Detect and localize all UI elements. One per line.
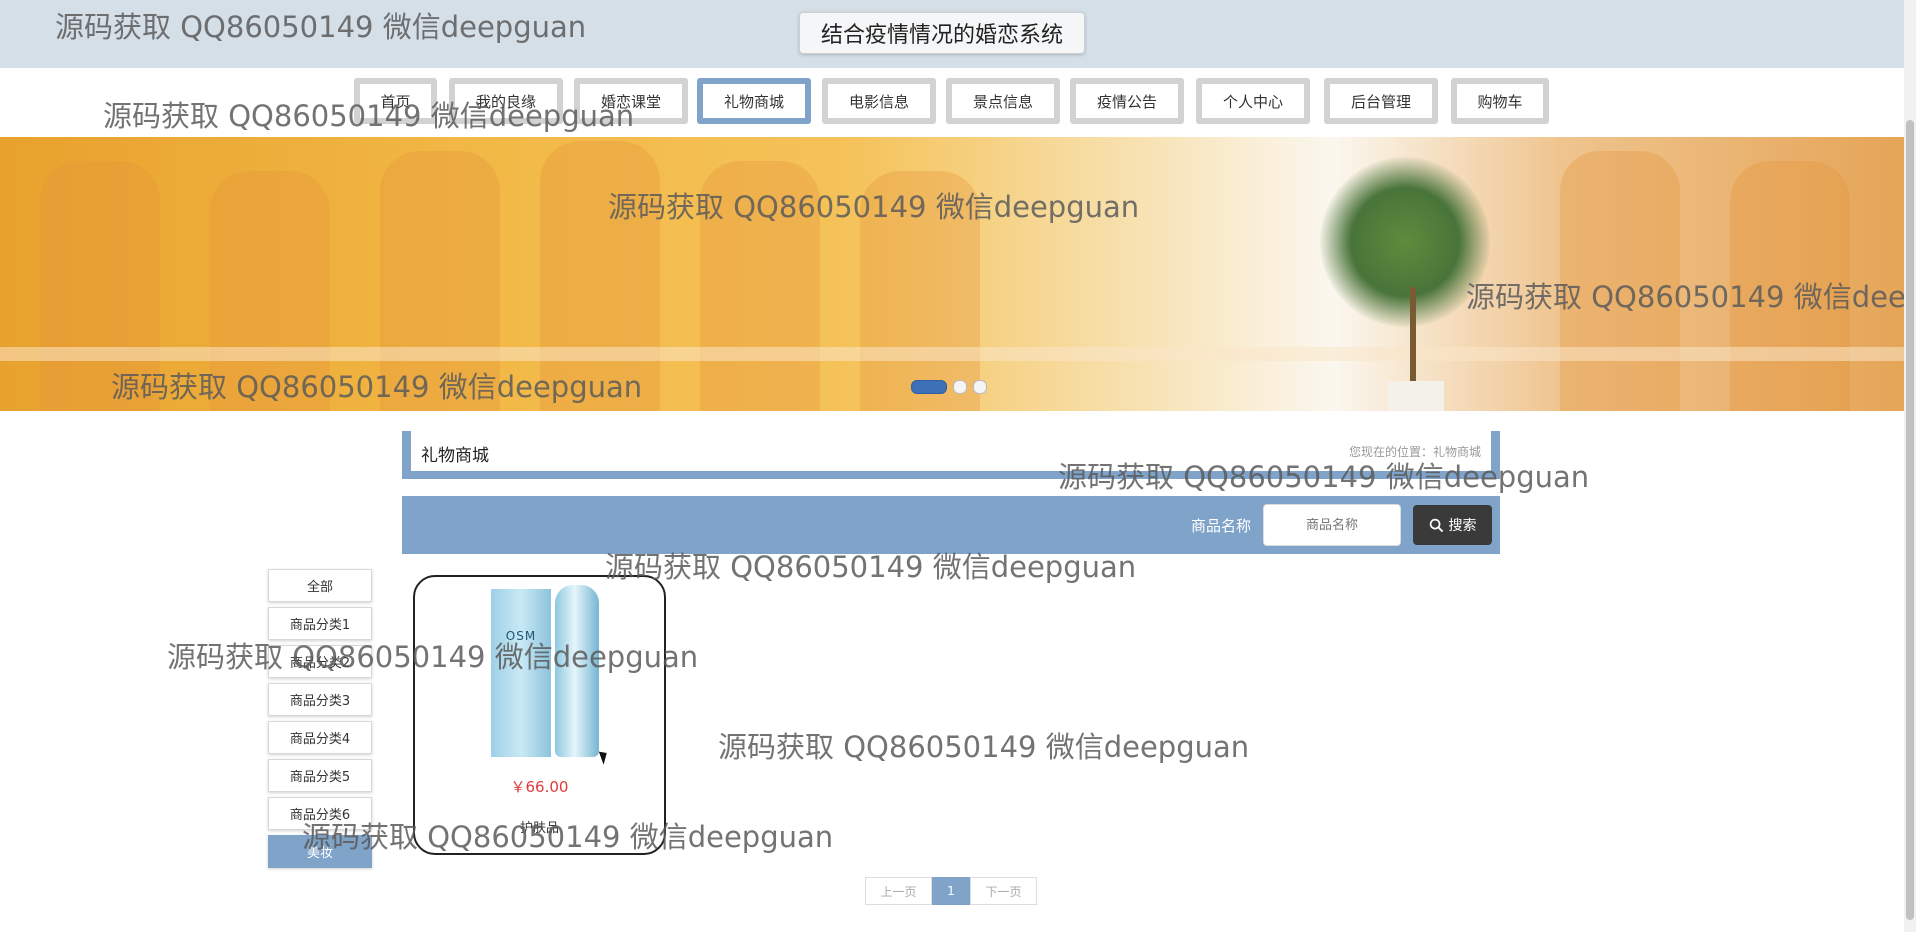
nav-item-movies[interactable]: 电影信息 xyxy=(822,78,936,124)
scrollbar-thumb[interactable] xyxy=(1906,120,1914,920)
watermark: 源码获取 QQ86050149 微信deepguan xyxy=(718,730,1250,764)
product-box: OSM xyxy=(491,589,551,757)
product-name[interactable]: 护肤品 xyxy=(415,817,664,836)
nav-item-gift-shop[interactable]: 礼物商城 xyxy=(697,78,811,124)
product-image[interactable]: OSM xyxy=(491,585,611,765)
mouse-cursor-icon xyxy=(598,749,611,765)
nav-item-attractions[interactable]: 景点信息 xyxy=(946,78,1060,124)
site-title: 结合疫情情况的婚恋系统 xyxy=(799,12,1085,54)
product-card[interactable]: OSM ￥66.00 护肤品 xyxy=(413,575,666,855)
search-bar: 商品名称 搜索 xyxy=(402,496,1500,554)
prev-page-button[interactable]: 上一页 xyxy=(865,877,932,905)
category-all[interactable]: 全部 xyxy=(268,569,372,602)
search-button[interactable]: 搜索 xyxy=(1413,505,1492,545)
nav-item-admin[interactable]: 后台管理 xyxy=(1324,78,1438,124)
search-button-label: 搜索 xyxy=(1448,518,1477,534)
banner-decor xyxy=(1388,381,1444,411)
top-header: 结合疫情情况的婚恋系统 xyxy=(0,0,1904,68)
pagination: 上一页 1 下一页 xyxy=(865,877,1037,905)
banner-decor xyxy=(540,141,660,411)
category-item[interactable]: 商品分类1 xyxy=(268,607,372,640)
banner-decor xyxy=(1730,161,1850,411)
nav-item-personal-center[interactable]: 个人中心 xyxy=(1196,78,1310,124)
carousel-indicators xyxy=(911,380,987,394)
banner-carousel[interactable] xyxy=(0,137,1904,411)
banner-decor xyxy=(380,151,500,411)
page-scrollbar[interactable] xyxy=(1904,0,1916,932)
nav-item-my-match[interactable]: 我的良缘 xyxy=(449,78,563,124)
search-label: 商品名称 xyxy=(1190,517,1251,535)
category-item[interactable]: 商品分类6 xyxy=(268,797,372,830)
category-item[interactable]: 商品分类3 xyxy=(268,683,372,716)
page-number-button[interactable]: 1 xyxy=(932,877,970,905)
carousel-dot-3[interactable] xyxy=(973,380,987,394)
banner-decor xyxy=(700,161,820,411)
product-price: ￥66.00 xyxy=(510,778,569,796)
banner-decor xyxy=(0,347,1904,361)
banner-plant xyxy=(1320,157,1490,327)
banner-decor xyxy=(40,161,160,411)
carousel-dot-2[interactable] xyxy=(953,380,967,394)
carousel-dot-1[interactable] xyxy=(911,380,947,394)
nav-item-dating-class[interactable]: 婚恋课堂 xyxy=(574,78,688,124)
nav-item-cart[interactable]: 购物车 xyxy=(1451,78,1549,124)
category-item[interactable]: 商品分类2 xyxy=(268,645,372,678)
banner-decor xyxy=(1410,287,1416,387)
category-item[interactable]: 商品分类4 xyxy=(268,721,372,754)
banner-decor xyxy=(860,171,980,411)
product-bottle xyxy=(555,585,599,757)
banner-decor xyxy=(210,171,330,411)
search-input[interactable] xyxy=(1263,504,1401,546)
nav-item-epidemic-notice[interactable]: 疫情公告 xyxy=(1070,78,1184,124)
breadcrumb: 您现在的位置：礼物商城 xyxy=(1348,445,1481,459)
banner-decor xyxy=(1560,151,1680,411)
category-beauty[interactable]: 美妆 xyxy=(268,835,372,868)
breadcrumb-bar: 礼物商城 您现在的位置：礼物商城 xyxy=(402,431,1500,479)
category-item[interactable]: 商品分类5 xyxy=(268,759,372,792)
section-title: 礼物商城 xyxy=(421,446,489,466)
next-page-button[interactable]: 下一页 xyxy=(970,877,1037,905)
nav-item-home[interactable]: 首页 xyxy=(354,78,437,124)
search-icon xyxy=(1429,518,1443,532)
product-brand: OSM xyxy=(505,629,537,643)
